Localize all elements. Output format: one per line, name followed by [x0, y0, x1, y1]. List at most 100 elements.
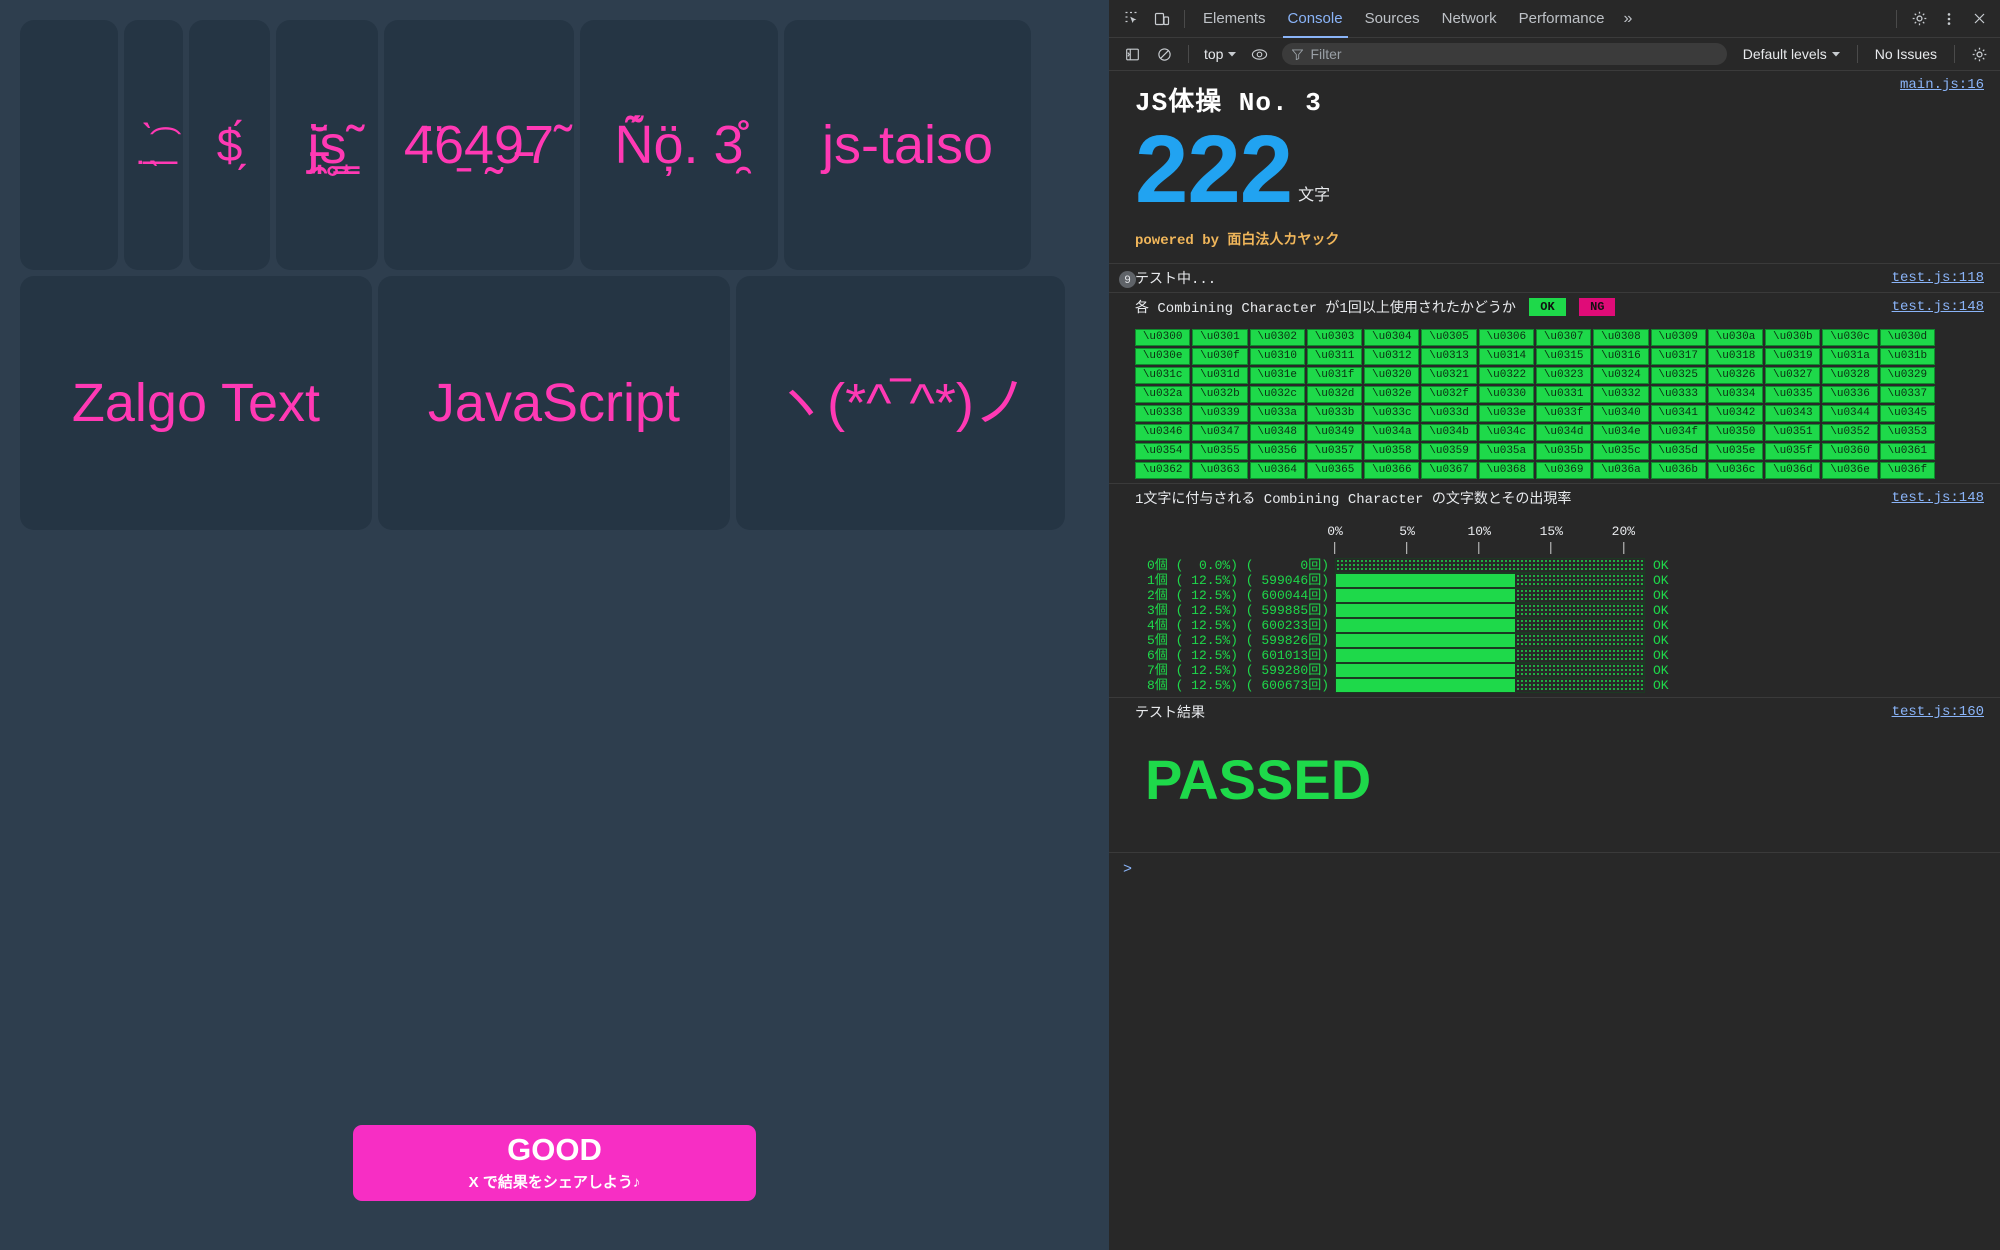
more-options-icon[interactable] — [1934, 5, 1964, 33]
card-dollar: $̗́ — [189, 20, 270, 270]
histogram-row-label: 3個 ( 12.5%) ( 599885回) — [1146, 603, 1329, 619]
tab-label: Console — [1287, 10, 1343, 27]
histogram-axis-tick: 5% — [1399, 524, 1415, 555]
combining-code-cell: \u0345 — [1879, 405, 1935, 423]
card-text: js-taiso — [821, 115, 994, 175]
histogram-row: 5個 ( 12.5%) ( 599826回) OK — [1135, 633, 1984, 649]
combining-code-cell: \u030a — [1707, 329, 1764, 347]
histogram-row-status: OK — [1653, 678, 1669, 694]
console-prompt[interactable]: > — [1109, 853, 2000, 886]
source-link-test118[interactable]: test.js:118 — [1892, 270, 1984, 286]
source-link-test160[interactable]: test.js:160 — [1892, 704, 1984, 720]
source-link-test148b[interactable]: test.js:148 — [1892, 490, 1984, 506]
combining-code-cell: \u033d — [1421, 405, 1477, 423]
console-toolbar-divider — [1188, 45, 1189, 63]
console-message-histogram: test.js:148 1文字に付与される Combining Characte… — [1109, 484, 2000, 699]
combining-code-cell: \u0359 — [1421, 443, 1477, 461]
combining-code-cell: \u0322 — [1478, 367, 1534, 385]
filter-icon — [1292, 48, 1304, 60]
console-message-result: test.js:160 テスト結果 PASSED — [1109, 698, 2000, 854]
combining-code-cell: \u030f — [1192, 348, 1248, 366]
tab-network[interactable]: Network — [1431, 0, 1508, 38]
histogram-row-fill — [1336, 679, 1516, 693]
tab-console[interactable]: Console — [1277, 0, 1354, 38]
gear-icon[interactable] — [1904, 5, 1934, 33]
filter-input[interactable]: Filter — [1282, 43, 1727, 65]
source-link-main[interactable]: main.js:16 — [1900, 77, 1984, 93]
live-expression-icon[interactable] — [1244, 40, 1274, 68]
chevron-down-icon — [1228, 51, 1237, 56]
combining-code-cell: \u0304 — [1364, 329, 1420, 347]
card-text: $̗́ — [216, 119, 243, 171]
combining-code-cell: \u0319 — [1765, 348, 1821, 366]
combining-code-cell: \u0326 — [1707, 367, 1764, 385]
console-message-list[interactable]: main.js:16 JS体操 No. 3 222 文字 powered by … — [1109, 71, 2000, 1250]
combining-code-cell: \u0337 — [1879, 386, 1935, 404]
card-text: Zalgo Text — [71, 373, 321, 433]
combining-code-cell: \u035a — [1478, 443, 1534, 461]
combining-code-cell: \u0351 — [1765, 424, 1821, 442]
combining-code-cell: \u0327 — [1765, 367, 1821, 385]
combining-code-cell: \u0367 — [1421, 462, 1477, 480]
good-button-main-label: GOOD — [507, 1132, 602, 1168]
combining-code-cell: \u030b — [1765, 329, 1821, 347]
histogram-row-fill — [1336, 589, 1516, 603]
tab-performance[interactable]: Performance — [1508, 0, 1616, 38]
combining-code-cell: \u0344 — [1822, 405, 1878, 423]
combining-code-cell: \u0368 — [1478, 462, 1534, 480]
share-good-button[interactable]: GOOD X で結果をシェアしよう♪ — [353, 1125, 756, 1201]
histogram-row: 3個 ( 12.5%) ( 599885回) OK — [1135, 603, 1984, 619]
tab-sources[interactable]: Sources — [1354, 0, 1431, 38]
combining-code-cell: \u0329 — [1879, 367, 1935, 385]
combining-code-cell: \u0356 — [1249, 443, 1305, 461]
close-icon[interactable] — [1964, 5, 1994, 33]
tab-elements[interactable]: Elements — [1192, 0, 1277, 38]
combining-code-cell: \u0332 — [1593, 386, 1649, 404]
chevron-down-icon — [1831, 51, 1840, 56]
histogram-row-fill — [1336, 619, 1516, 633]
combining-code-cell: \u0301 — [1192, 329, 1248, 347]
inspect-element-icon[interactable] — [1117, 5, 1147, 33]
card-js-taiso: js-taiso — [784, 20, 1031, 270]
combining-code-cell: \u031f — [1306, 367, 1363, 385]
histogram-row-track — [1335, 648, 1645, 664]
character-count-value: 222 — [1135, 116, 1293, 223]
combining-code-cell: \u034c — [1478, 424, 1534, 442]
execution-context-select[interactable]: top — [1198, 46, 1242, 62]
combining-code-cell: \u0346 — [1135, 424, 1191, 442]
histogram-axis-tick: 10% — [1467, 524, 1491, 555]
combining-code-cell: \u0338 — [1135, 405, 1191, 423]
issues-status[interactable]: No Issues — [1867, 46, 1945, 62]
device-toolbar-icon[interactable] — [1147, 5, 1177, 33]
combining-code-cell: \u0343 — [1765, 405, 1821, 423]
issues-settings-icon[interactable] — [1964, 40, 1994, 68]
combining-code-cell: \u0352 — [1822, 424, 1878, 442]
console-sidebar-icon[interactable] — [1117, 40, 1147, 68]
console-toolbar-divider-2 — [1856, 45, 1858, 63]
combining-code-cell: \u0310 — [1249, 348, 1305, 366]
histogram-row-track — [1335, 663, 1645, 679]
card-zalgo-text: Zalgo Text — [20, 276, 372, 530]
clear-console-icon[interactable] — [1149, 40, 1179, 68]
combining-code-cell: \u0318 — [1707, 348, 1764, 366]
log-levels-value: Default levels — [1742, 46, 1827, 62]
combining-code-cell: \u033f — [1535, 405, 1592, 423]
combining-code-cell: \u0355 — [1192, 443, 1248, 461]
histogram-row-track — [1335, 603, 1645, 619]
more-tabs-icon[interactable]: » — [1616, 10, 1641, 28]
combining-code-cell: \u034e — [1593, 424, 1649, 442]
combining-code-cell: \u036f — [1879, 462, 1935, 480]
combining-code-cell: \u0347 — [1192, 424, 1248, 442]
combining-code-cell: \u0321 — [1421, 367, 1477, 385]
message-count-badge: 9 — [1119, 271, 1136, 289]
log-levels-select[interactable]: Default levels — [1735, 46, 1848, 62]
combining-code-cell: \u032c — [1249, 386, 1305, 404]
combining-code-cell: \u032a — [1135, 386, 1191, 404]
combining-code-cell: \u0306 — [1478, 329, 1534, 347]
card-row-top: ̣̖̀͟͡ $̗́ j̵̩̯̄̆s̥͇͙̃ 4̈6̱4̰9̵7̃ Ñ́ö̦.… — [20, 20, 1065, 270]
source-link-test148a[interactable]: test.js:148 — [1892, 299, 1984, 315]
combining-code-cell: \u0315 — [1535, 348, 1592, 366]
combining-code-cell: \u0320 — [1364, 367, 1420, 385]
combining-code-cell: \u0305 — [1421, 329, 1477, 347]
histogram-row-label: 4個 ( 12.5%) ( 600233回) — [1146, 618, 1329, 634]
